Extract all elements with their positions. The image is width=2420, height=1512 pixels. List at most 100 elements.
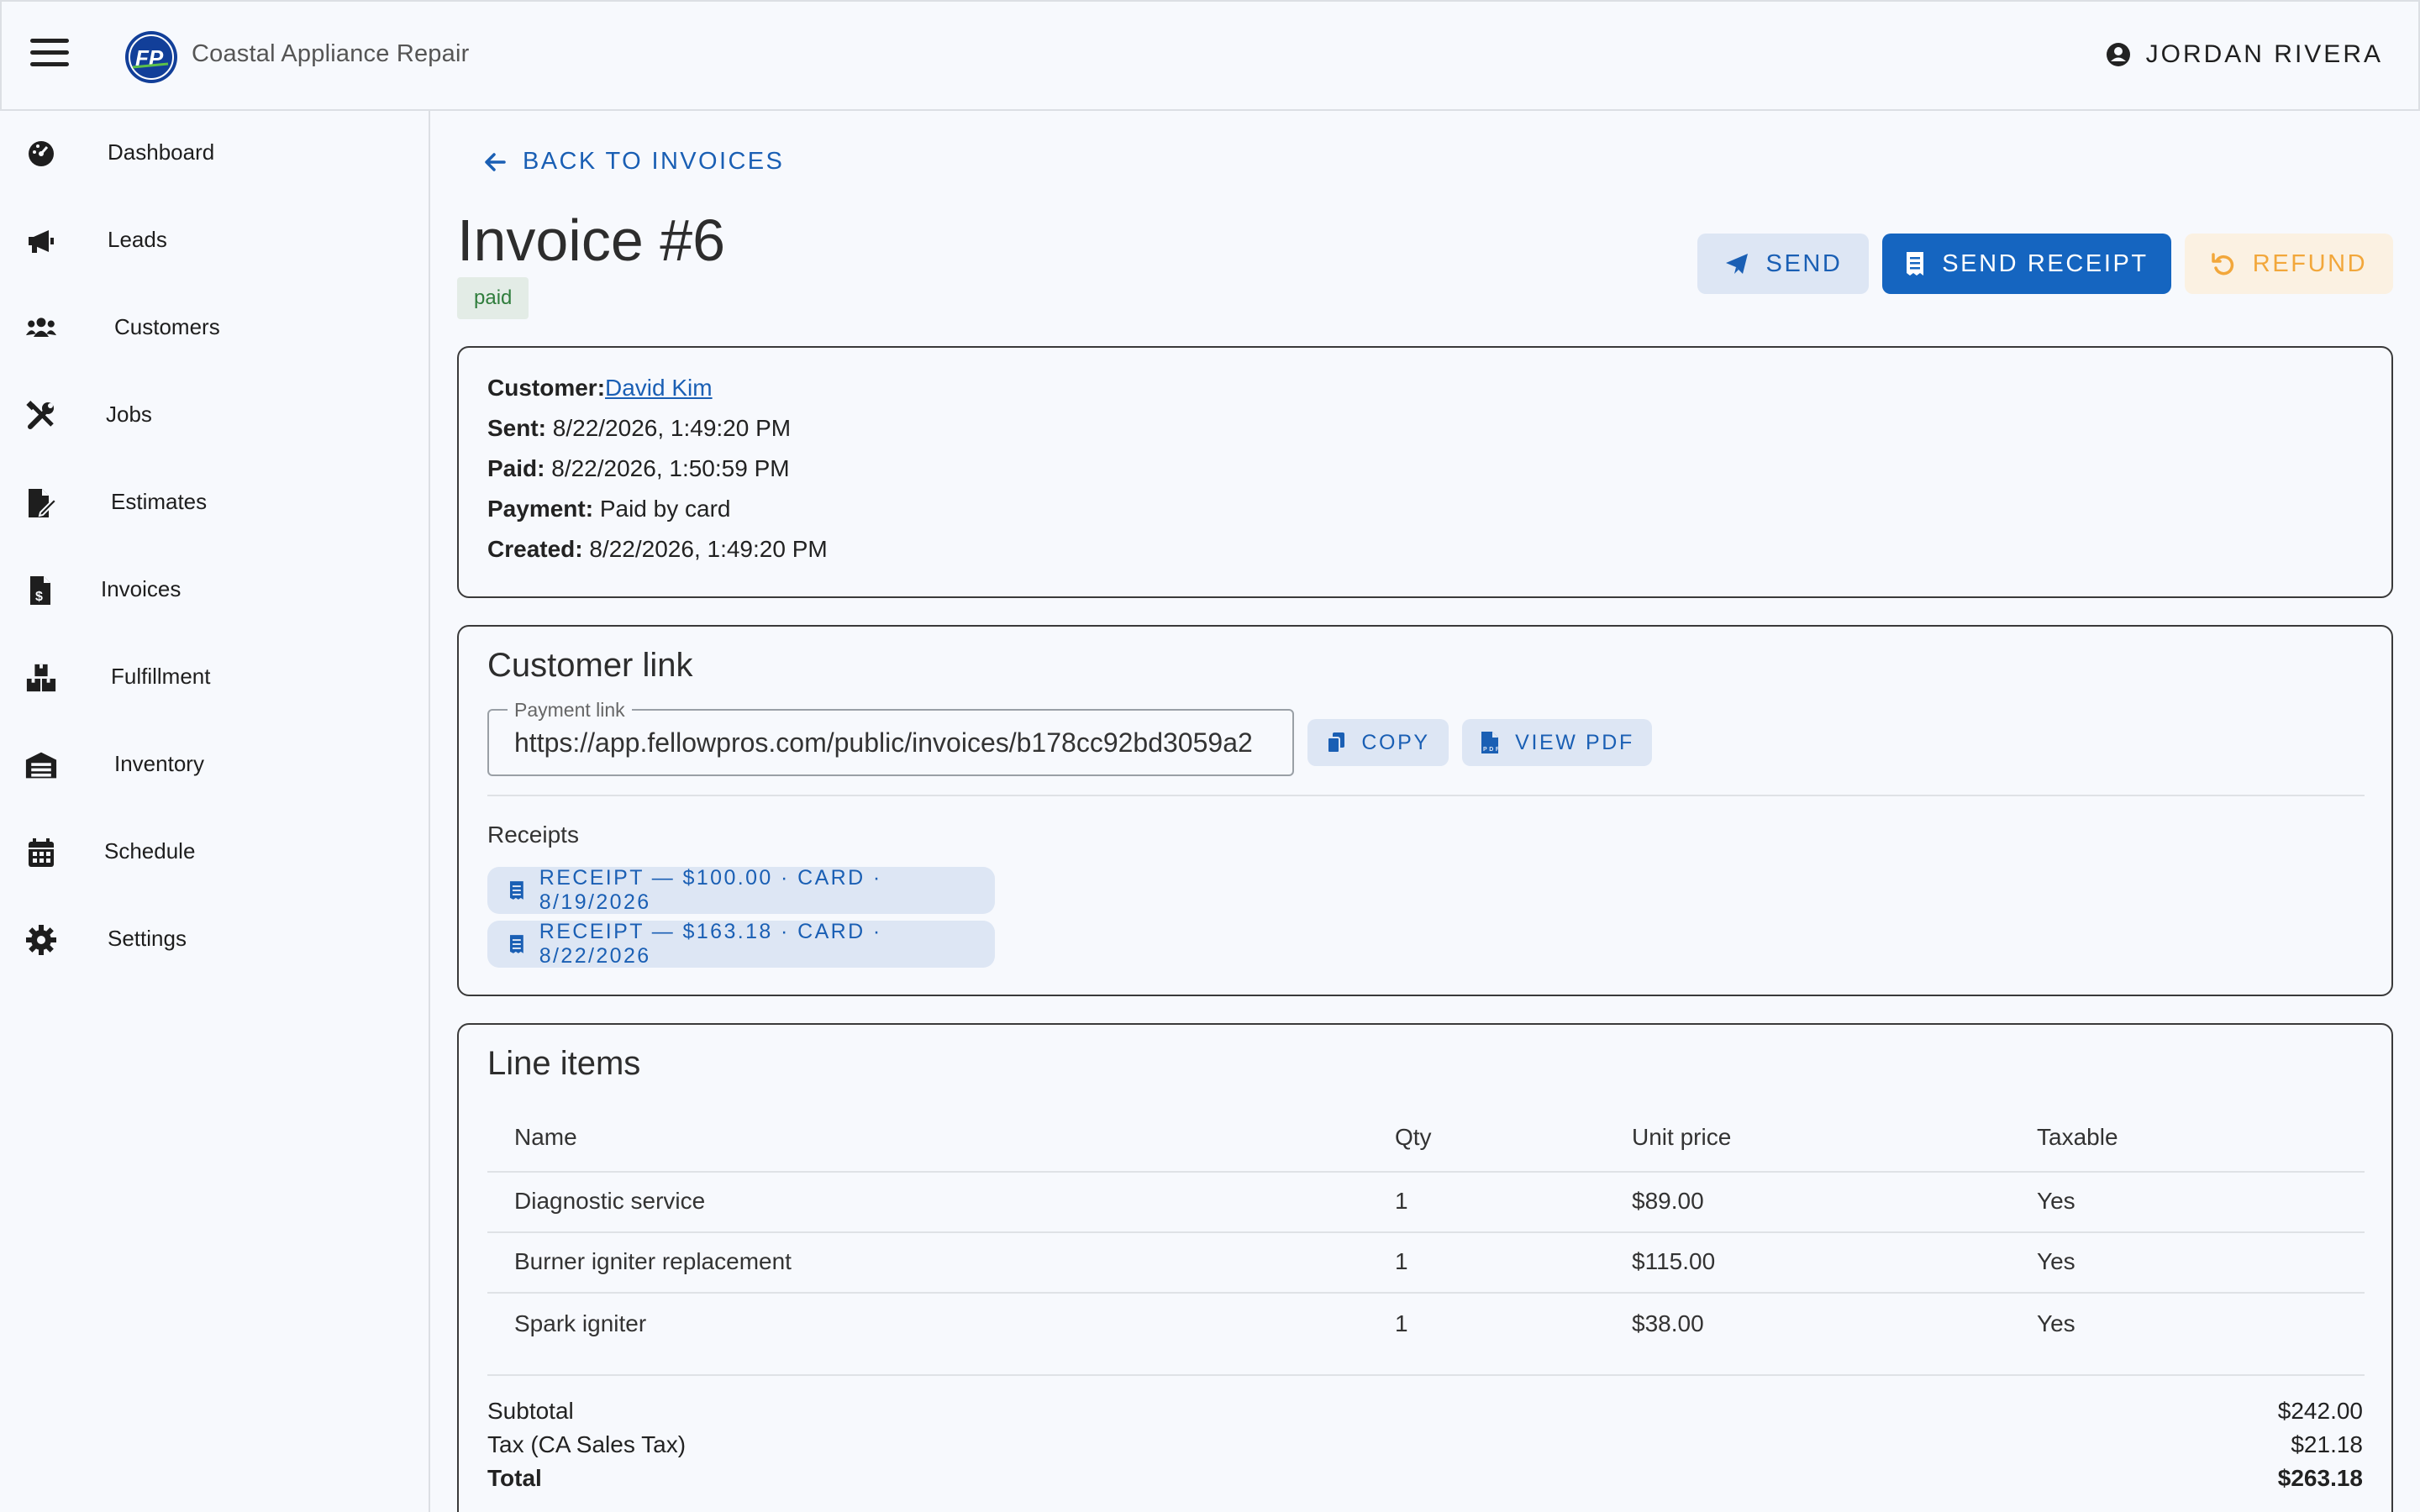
people-icon bbox=[25, 318, 57, 337]
tax-value: $21.18 bbox=[2291, 1431, 2363, 1457]
view-pdf-button[interactable]: PDF VIEW PDF bbox=[1462, 719, 1652, 766]
receipt-chip[interactable]: RECEIPT — $100.00 · CARD · 8/19/2026 bbox=[487, 866, 995, 914]
sidebar-item-label: Dashboard bbox=[108, 139, 215, 165]
payment-link-field[interactable]: Payment link https://app.fellowpros.com/… bbox=[487, 699, 1294, 776]
paid-label: Paid: bbox=[487, 455, 545, 481]
sidebar-item-fulfillment[interactable]: Fulfillment bbox=[0, 635, 429, 719]
column-header-name: Name bbox=[514, 1124, 577, 1150]
sidebar-item-dashboard[interactable]: Dashboard bbox=[0, 111, 429, 195]
company-logo: FP bbox=[125, 31, 177, 83]
refund-button[interactable]: REFUND bbox=[2185, 234, 2393, 294]
sidebar-item-label: Inventory bbox=[114, 751, 204, 776]
copy-button-label: COPY bbox=[1361, 730, 1430, 754]
divider bbox=[487, 795, 2365, 796]
table-divider bbox=[487, 1171, 2365, 1173]
calendar-icon bbox=[29, 838, 54, 867]
invoice-dollar-icon: $ bbox=[30, 576, 50, 605]
invoice-details-card: Customer:David Kim Sent: 8/22/2026, 1:49… bbox=[457, 346, 2393, 598]
customer-link-heading: Customer link bbox=[487, 647, 693, 684]
sidebar-item-label: Jobs bbox=[106, 402, 152, 427]
copy-icon bbox=[1327, 732, 1345, 753]
sidebar-item-customers[interactable]: Customers bbox=[0, 286, 429, 370]
undo-icon bbox=[2212, 253, 2233, 276]
column-header-taxable: Taxable bbox=[2037, 1124, 2118, 1150]
item-qty: 1 bbox=[1395, 1310, 1408, 1336]
customer-label: Customer: bbox=[487, 375, 606, 401]
customer-row: Customer:David Kim bbox=[487, 375, 713, 402]
receipt-icon bbox=[509, 881, 523, 900]
tax-label: Tax (CA Sales Tax) bbox=[487, 1431, 687, 1457]
tools-icon bbox=[26, 401, 54, 429]
item-taxable: Yes bbox=[2037, 1310, 2075, 1336]
receipts-label: Receipts bbox=[487, 822, 579, 848]
sidebar-item-label: Invoices bbox=[101, 576, 182, 601]
pdf-file-icon: PDF bbox=[1481, 732, 1500, 753]
sidebar-item-label: Customers bbox=[114, 314, 220, 339]
receipt-chip-label: RECEIPT — $100.00 · CARD · 8/19/2026 bbox=[539, 866, 882, 914]
svg-text:PDF: PDF bbox=[1483, 747, 1500, 753]
send-button[interactable]: SEND bbox=[1697, 234, 1869, 294]
copy-button[interactable]: COPY bbox=[1307, 719, 1449, 766]
item-qty: 1 bbox=[1395, 1188, 1408, 1214]
item-name: Diagnostic service bbox=[514, 1188, 706, 1214]
back-to-invoices-link[interactable]: BACK TO INVOICES bbox=[484, 148, 784, 176]
receipt-chip[interactable]: RECEIPT — $163.18 · CARD · 8/22/2026 bbox=[487, 920, 995, 968]
paid-row: Paid: 8/22/2026, 1:50:59 PM bbox=[487, 455, 790, 482]
customer-link-card: Customer link Payment link https://app.f… bbox=[457, 625, 2393, 996]
gear-icon bbox=[26, 925, 56, 955]
payment-value: Paid by card bbox=[599, 496, 731, 522]
subtotal-label: Subtotal bbox=[487, 1398, 574, 1424]
table-divider bbox=[487, 1231, 2365, 1233]
column-header-qty: Qty bbox=[1395, 1124, 1432, 1150]
send-receipt-button[interactable]: SEND RECEIPT bbox=[1882, 234, 2171, 294]
hamburger-menu-icon[interactable] bbox=[30, 39, 69, 72]
sent-label: Sent: bbox=[487, 415, 546, 441]
created-value: 8/22/2026, 1:49:20 PM bbox=[589, 536, 828, 562]
sidebar-item-label: Estimates bbox=[111, 489, 208, 514]
user-name: JORDAN RIVERA bbox=[2145, 40, 2383, 68]
receipt-icon bbox=[1907, 252, 1924, 276]
send-button-label: SEND bbox=[1765, 249, 1843, 277]
subtotal-value: $242.00 bbox=[2277, 1398, 2363, 1424]
sidebar-item-settings[interactable]: Settings bbox=[0, 897, 429, 981]
sidebar-item-leads[interactable]: Leads bbox=[0, 198, 429, 282]
back-label: BACK TO INVOICES bbox=[523, 148, 785, 175]
payment-link-label: Payment link bbox=[508, 699, 632, 722]
line-items-card: Line items Name Qty Unit price Taxable D… bbox=[457, 1023, 2393, 1512]
view-pdf-button-label: VIEW PDF bbox=[1515, 730, 1634, 754]
sidebar-item-invoices[interactable]: $ Invoices bbox=[0, 548, 429, 632]
svg-text:$: $ bbox=[35, 590, 43, 604]
paper-plane-icon bbox=[1725, 254, 1748, 274]
item-qty: 1 bbox=[1395, 1248, 1408, 1274]
sidebar-item-estimates[interactable]: Estimates bbox=[0, 460, 429, 544]
sidebar-item-jobs[interactable]: Jobs bbox=[0, 373, 429, 457]
arrow-left-icon bbox=[485, 152, 506, 171]
megaphone-icon bbox=[29, 230, 54, 253]
top-app-bar: FP Coastal Appliance Repair JORDAN RIVER… bbox=[0, 0, 2420, 111]
receipt-icon bbox=[509, 935, 523, 953]
item-taxable: Yes bbox=[2037, 1188, 2075, 1214]
file-edit-icon bbox=[29, 489, 57, 517]
user-menu[interactable]: JORDAN RIVERA bbox=[2106, 40, 2383, 69]
sidebar-item-label: Schedule bbox=[104, 838, 196, 864]
sidebar-item-schedule[interactable]: Schedule bbox=[0, 810, 429, 894]
sidebar-item-inventory[interactable]: Inventory bbox=[0, 722, 429, 806]
account-circle-icon bbox=[2106, 43, 2130, 66]
customer-name-link[interactable]: David Kim bbox=[605, 375, 713, 401]
item-taxable: Yes bbox=[2037, 1248, 2075, 1274]
line-items-heading: Line items bbox=[487, 1045, 641, 1082]
sidebar: Dashboard Leads Customers Jobs Estimates… bbox=[0, 111, 430, 1512]
table-divider bbox=[487, 1374, 2365, 1376]
column-header-unit-price: Unit price bbox=[1632, 1124, 1732, 1150]
status-badge: paid bbox=[457, 277, 529, 319]
item-name: Spark igniter bbox=[514, 1310, 647, 1336]
total-label: Total bbox=[487, 1465, 542, 1491]
payment-link-value[interactable]: https://app.fellowpros.com/public/invoic… bbox=[514, 727, 1279, 759]
table-divider bbox=[487, 1292, 2365, 1294]
total-value: $263.18 bbox=[2277, 1465, 2363, 1491]
item-unit-price: $115.00 bbox=[1632, 1248, 1716, 1274]
company-name: Coastal Appliance Repair bbox=[192, 40, 470, 67]
refund-button-label: REFUND bbox=[2252, 249, 2368, 277]
item-name: Burner igniter replacement bbox=[514, 1248, 792, 1274]
dashboard-icon bbox=[29, 141, 54, 166]
